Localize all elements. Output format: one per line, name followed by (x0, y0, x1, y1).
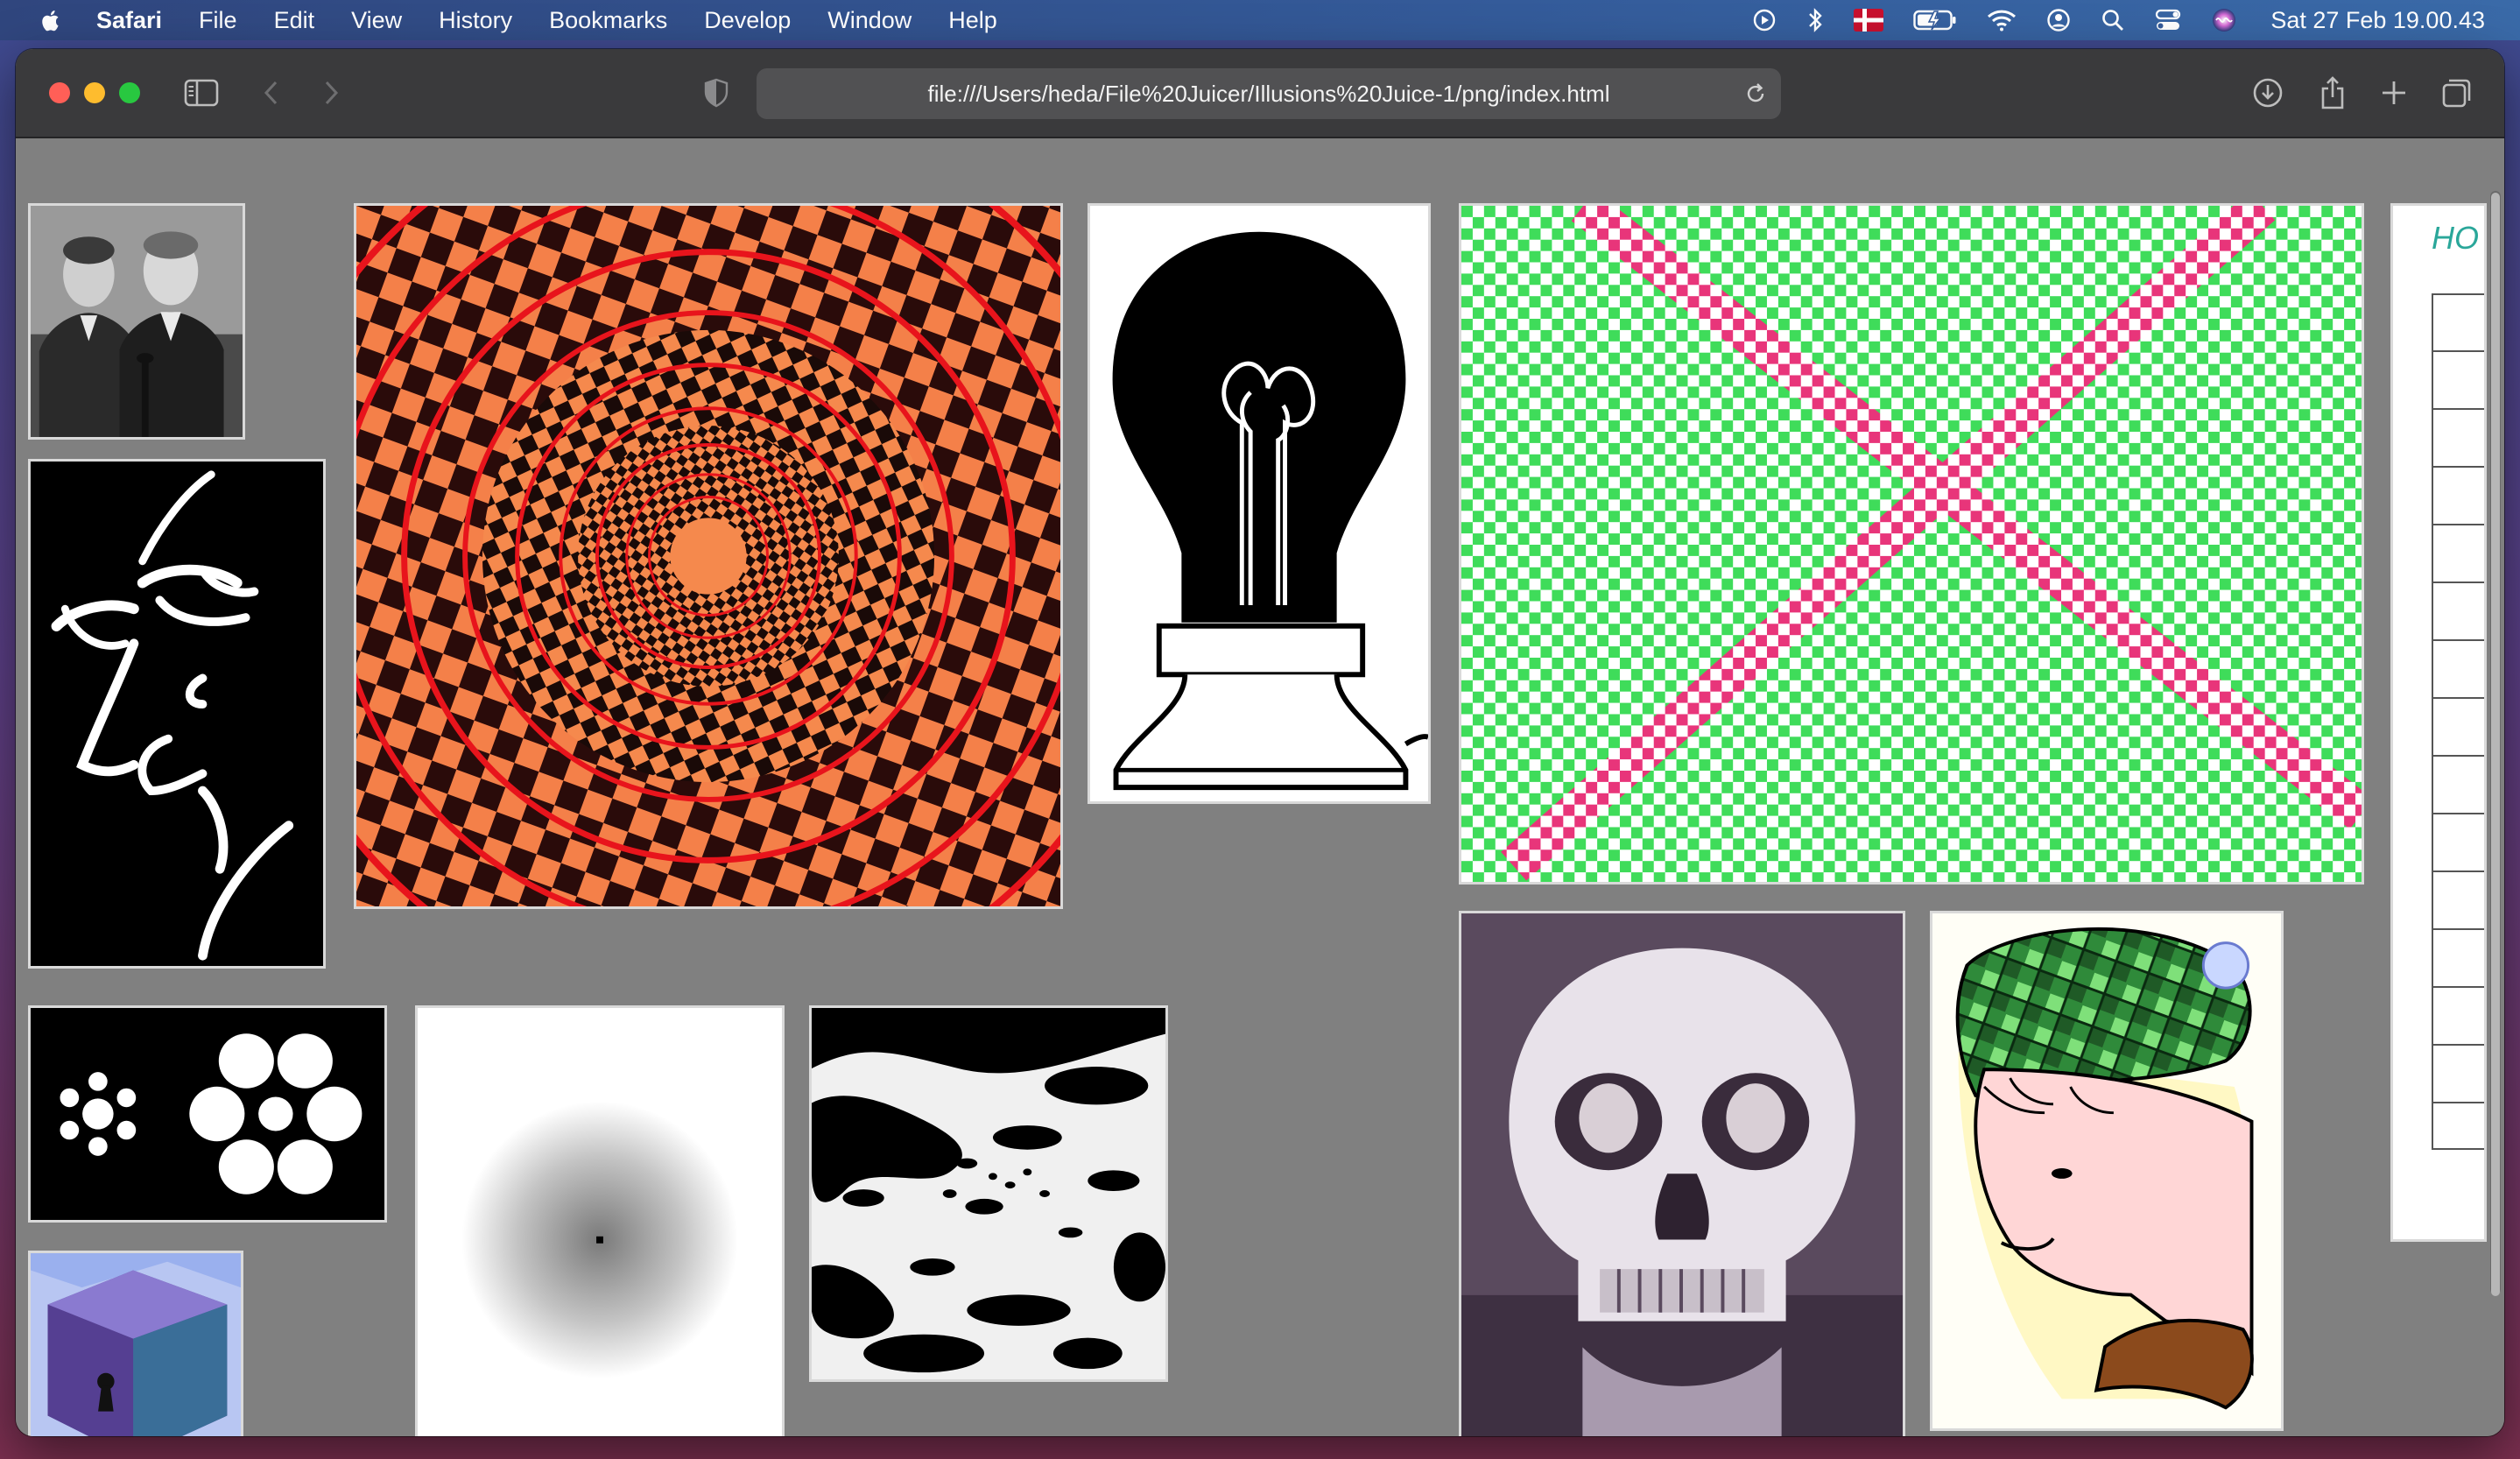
battery-icon[interactable] (1913, 9, 1957, 32)
menu-view[interactable]: View (351, 7, 402, 34)
panel-table-grid (2432, 293, 2484, 1150)
macos-menu-bar: Safari File Edit View History Bookmarks … (0, 0, 2520, 40)
ebbinghaus-circles-image[interactable] (28, 1005, 387, 1223)
hat-face-illusion-image[interactable] (1930, 911, 2284, 1431)
panel-heading: HO (2432, 220, 2479, 256)
menu-clock[interactable]: Sat 27 Feb 19.00.43 (2270, 7, 2485, 34)
siri-icon[interactable] (2211, 7, 2237, 33)
control-center-icon[interactable] (2155, 8, 2181, 32)
tab-overview-icon[interactable] (2439, 75, 2474, 110)
play-icon[interactable] (1752, 8, 1777, 32)
gradient-blur-dot-image[interactable] (415, 1005, 785, 1436)
minimize-window-button[interactable] (84, 82, 105, 103)
partial-index-panel: HO (2390, 203, 2487, 1242)
lightbulb-silhouette-image[interactable] (1088, 203, 1431, 804)
menu-bookmarks[interactable]: Bookmarks (549, 7, 667, 34)
menu-file[interactable]: File (199, 7, 237, 34)
privacy-shield-icon[interactable] (699, 75, 734, 110)
menu-window[interactable]: Window (827, 7, 912, 34)
dalmatian-dog-image[interactable] (809, 1005, 1168, 1382)
downloads-icon[interactable] (2250, 75, 2285, 110)
radial-spiral-orange-image[interactable] (354, 203, 1063, 909)
browser-toolbar: file:///Users/heda/File%20Juicer/Illusio… (16, 49, 2504, 138)
photo-two-men-image[interactable] (28, 203, 245, 440)
menu-help[interactable]: Help (948, 7, 997, 34)
user-icon[interactable] (2046, 8, 2071, 32)
address-bar[interactable]: file:///Users/heda/File%20Juicer/Illusio… (757, 68, 1781, 119)
share-icon[interactable] (2315, 75, 2350, 110)
wifi-icon[interactable] (1987, 9, 2017, 32)
status-area: Sat 27 Feb 19.00.43 (1722, 0, 2485, 40)
menu-app-name[interactable]: Safari (96, 7, 162, 34)
face-line-art-image[interactable] (28, 459, 326, 969)
apple-logo-icon[interactable] (39, 7, 65, 33)
menu-history[interactable]: History (439, 7, 512, 34)
close-window-button[interactable] (49, 82, 70, 103)
checkerboard-x-green-image[interactable] (1459, 203, 2364, 885)
safari-window: file:///Users/heda/File%20Juicer/Illusio… (16, 49, 2504, 1436)
reload-icon[interactable] (1742, 81, 1769, 107)
skull-illusion-image[interactable] (1459, 911, 1905, 1436)
bluetooth-icon[interactable] (1806, 7, 1824, 33)
sidebar-toggle-icon[interactable] (184, 75, 219, 110)
web-page-content: HO (16, 138, 2504, 1436)
menu-develop[interactable]: Develop (704, 7, 791, 34)
new-tab-plus-icon[interactable] (2376, 75, 2411, 110)
menu-edit[interactable]: Edit (274, 7, 315, 34)
vertical-scrollbar-thumb[interactable] (2491, 193, 2500, 1296)
zoom-window-button[interactable] (119, 82, 140, 103)
cube-room-keyhole-image[interactable] (28, 1251, 243, 1436)
search-icon[interactable] (2101, 8, 2125, 32)
flag-denmark-icon[interactable] (1854, 9, 1884, 32)
back-chevron-icon[interactable] (254, 75, 289, 110)
address-bar-url[interactable]: file:///Users/heda/File%20Juicer/Illusio… (928, 81, 1610, 108)
forward-chevron-icon[interactable] (313, 75, 348, 110)
